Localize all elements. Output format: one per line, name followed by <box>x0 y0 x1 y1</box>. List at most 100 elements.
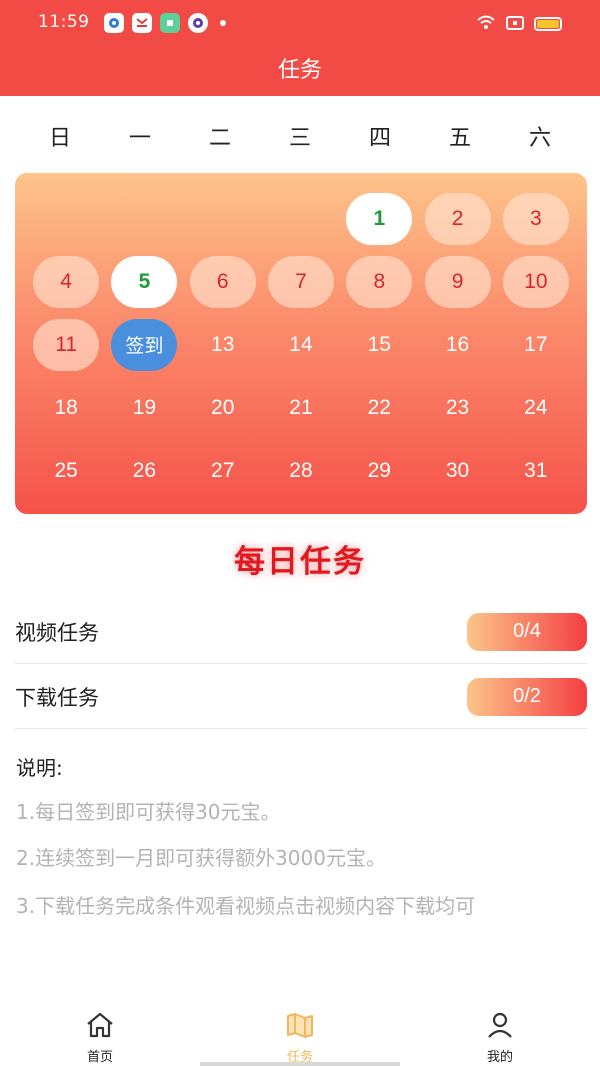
calendar-day-cell: 2 <box>418 187 496 250</box>
task-row-download[interactable]: 下载任务 0/2 <box>15 665 587 729</box>
calendar-day-cell: 10 <box>497 250 575 313</box>
calendar-day: 17 <box>524 332 548 356</box>
calendar-blank-cell <box>262 187 340 250</box>
calendar-day-cell: 18 <box>27 376 105 439</box>
calendar-day-cell: 17 <box>497 313 575 376</box>
weekday-label: 一 <box>128 126 151 151</box>
calendar-day-cell: 8 <box>340 250 418 313</box>
calendar-day-cell: 3 <box>497 187 575 250</box>
calendar-day-cell: 7 <box>262 250 340 313</box>
calendar-day-cell: 23 <box>418 376 496 439</box>
calendar-day-cell: 31 <box>497 439 575 502</box>
app-circle-icon <box>104 13 124 33</box>
calendar-day: 18 <box>54 395 78 419</box>
calendar-day: 23 <box>445 395 470 419</box>
task-name: 下载任务 <box>15 685 99 710</box>
app-shop-icon <box>132 13 152 33</box>
calendar-day: 3 <box>502 192 569 245</box>
sim-icon <box>506 15 524 34</box>
wifi-icon <box>476 14 496 34</box>
nav-label: 我的 <box>486 1050 513 1065</box>
calendar-day: 19 <box>132 395 157 419</box>
home-indicator[interactable] <box>200 1062 400 1066</box>
calendar-day: 11 <box>33 318 100 371</box>
calendar-day-cell: 20 <box>184 376 262 439</box>
calendar-blank-cell <box>105 187 183 250</box>
calendar-day: 26 <box>132 458 157 482</box>
nav-item-mine[interactable]: 我的 <box>400 1000 600 1067</box>
app-purple-icon <box>188 13 208 33</box>
nav-label: 首页 <box>86 1050 113 1065</box>
weekday-label: 二 <box>208 126 231 151</box>
calendar-day-cell: 19 <box>105 376 183 439</box>
calendar-day: 5 <box>111 255 178 308</box>
weekday-label: 三 <box>288 126 311 151</box>
notification-dot-icon <box>220 20 226 26</box>
calendar-day: 31 <box>524 458 548 482</box>
calendar-day-cell: 11 <box>27 313 105 376</box>
checkin-button[interactable]: 签到 <box>111 318 178 371</box>
calendar-day-cell: 6 <box>184 250 262 313</box>
status-time: 11:59 <box>38 12 90 32</box>
calendar-day-cell: 28 <box>262 439 340 502</box>
calendar-day: 14 <box>289 332 313 356</box>
checkin-calendar: 1 2 3 4 5 6 7 8 9 10 11 签到 13 14 15 16 17 18 19 20 21 22 23 24 2… <box>15 173 587 514</box>
calendar-day: 6 <box>189 255 256 308</box>
status-right <box>476 14 562 34</box>
weekday-label: 六 <box>528 126 551 151</box>
weekday-header: 日 一 二 三 四 五 六 <box>20 120 580 152</box>
task-progress-badge[interactable]: 0/4 <box>467 612 587 651</box>
task-row-video[interactable]: 视频任务 0/4 <box>15 600 587 664</box>
note-item: 3.下载任务完成条件观看视频点击视频内容下载均可 <box>16 894 476 918</box>
calendar-day: 27 <box>211 458 235 482</box>
app-green-icon <box>160 13 180 33</box>
note-item: 1.每日签到即可获得30元宝。 <box>16 800 281 824</box>
nav-item-tasks[interactable]: 任务 <box>200 1000 400 1067</box>
calendar-day: 9 <box>424 255 491 308</box>
calendar-day: 10 <box>502 255 569 308</box>
calendar-day-cell: 16 <box>418 313 496 376</box>
calendar-day: 21 <box>289 395 313 419</box>
calendar-day-cell: 9 <box>418 250 496 313</box>
calendar-day: 22 <box>367 395 391 419</box>
home-icon <box>84 1010 116 1044</box>
calendar-day: 2 <box>424 192 491 245</box>
calendar-day: 30 <box>445 458 470 482</box>
calendar-blank-cell <box>27 187 105 250</box>
user-icon <box>484 1010 516 1044</box>
calendar-day: 13 <box>211 332 235 356</box>
page-title: 任务 <box>277 58 322 83</box>
calendar-day-cell: 4 <box>27 250 105 313</box>
weekday-label: 日 <box>48 126 71 151</box>
calendar-day: 28 <box>289 458 313 482</box>
calendar-day-cell: 14 <box>262 313 340 376</box>
nav-item-home[interactable]: 首页 <box>0 1000 200 1067</box>
calendar-day: 8 <box>346 255 413 308</box>
calendar-day-cell: 1 <box>340 187 418 250</box>
bottom-nav: 首页 任务 我的 <box>0 1000 600 1067</box>
calendar-day-cell: 13 <box>184 313 262 376</box>
notes-title: 说明: <box>16 756 63 780</box>
calendar-day-cell[interactable]: 签到 <box>105 313 183 376</box>
note-item: 2.连续签到一月即可获得额外3000元宝。 <box>16 846 386 870</box>
calendar-day-cell: 24 <box>497 376 575 439</box>
daily-tasks-title: 每日任务 <box>234 544 366 580</box>
calendar-day: 1 <box>346 192 413 245</box>
calendar-day-cell: 5 <box>105 250 183 313</box>
calendar-day-cell: 25 <box>27 439 105 502</box>
battery-icon <box>534 17 562 31</box>
calendar-day: 24 <box>524 395 548 419</box>
map-icon <box>284 1010 316 1044</box>
calendar-day: 7 <box>267 255 334 308</box>
status-app-icons <box>104 13 226 33</box>
calendar-grid: 1 2 3 4 5 6 7 8 9 10 11 签到 13 14 15 16 17 18 19 20 21 22 23 24 2… <box>27 187 575 502</box>
calendar-day-cell: 15 <box>340 313 418 376</box>
calendar-day-cell: 30 <box>418 439 496 502</box>
calendar-day-cell: 29 <box>340 439 418 502</box>
task-progress-badge[interactable]: 0/2 <box>467 677 587 716</box>
task-name: 视频任务 <box>15 620 99 645</box>
calendar-day: 25 <box>54 458 78 482</box>
calendar-day-cell: 26 <box>105 439 183 502</box>
weekday-label: 四 <box>368 126 391 151</box>
weekday-label: 五 <box>448 126 471 151</box>
